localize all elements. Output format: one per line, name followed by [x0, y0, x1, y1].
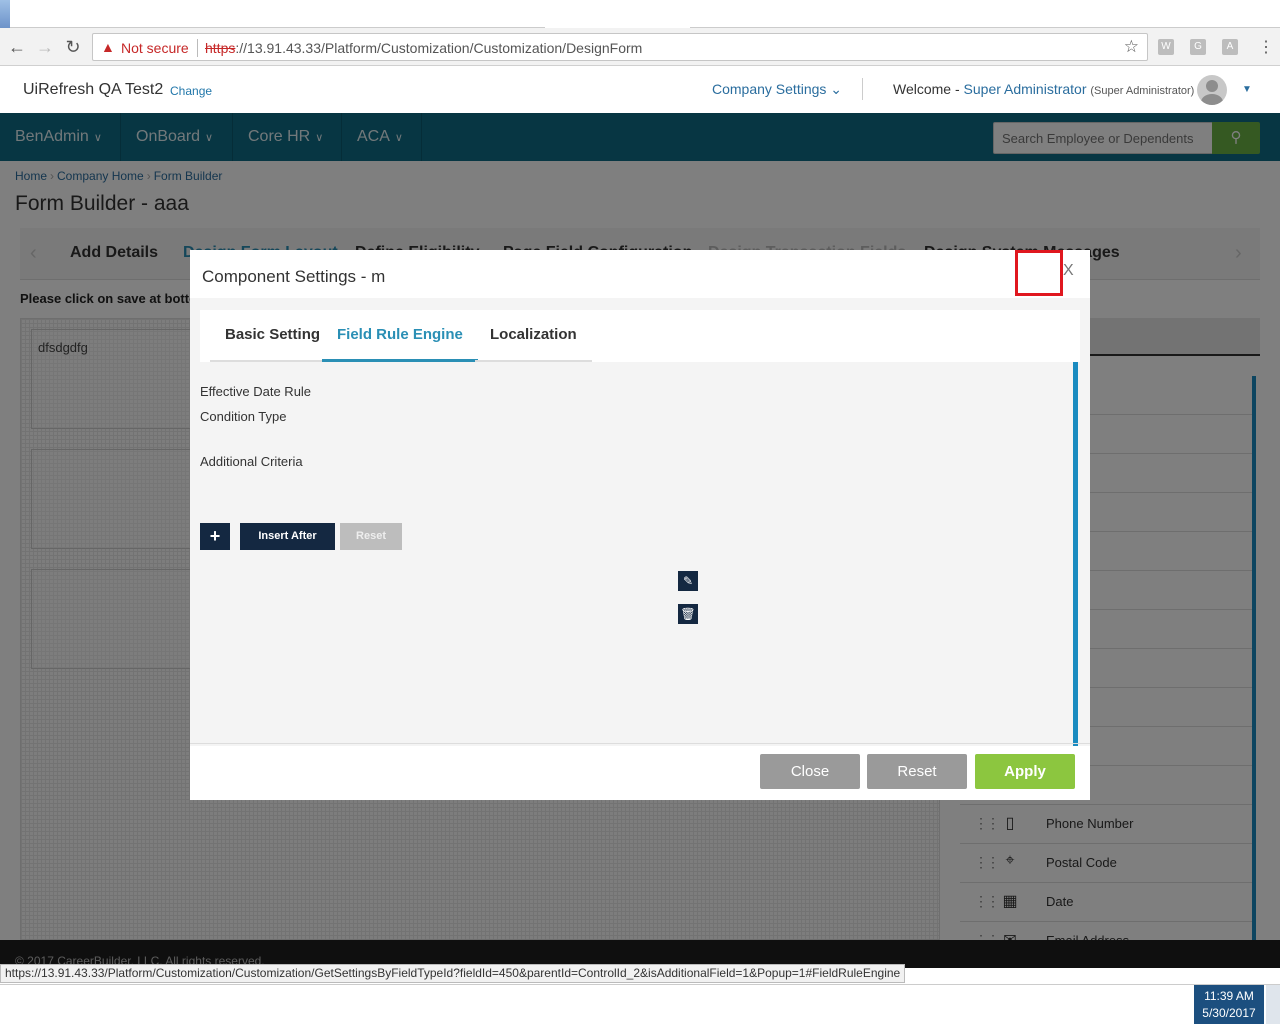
company-settings-label: Company Settings	[712, 81, 827, 97]
taskbar-clock[interactable]: 11:39 AM 5/30/2017	[1194, 985, 1264, 1024]
url-scheme: https	[205, 40, 236, 56]
reload-icon[interactable]: ↻	[62, 36, 84, 58]
tab-localization[interactable]: Localization	[475, 310, 592, 362]
forward-icon[interactable]: →	[34, 36, 56, 58]
modal-footer-divider	[190, 743, 1090, 744]
os-taskbar	[0, 984, 1280, 1024]
highlight-box	[1015, 250, 1063, 296]
url-text[interactable]: https://13.91.43.33/Platform/Customizati…	[205, 40, 642, 56]
add-rule-button[interactable]: +	[200, 523, 230, 550]
header-divider	[862, 78, 863, 100]
welcome-label: Welcome -	[893, 81, 960, 97]
clock-date: 5/30/2017	[1202, 1006, 1256, 1020]
show-desktop-button[interactable]	[1266, 985, 1280, 1024]
omnibox-divider	[197, 39, 198, 57]
browser-menu-icon[interactable]: ⋮	[1258, 37, 1274, 57]
address-bar[interactable]: ▲ Not secure https://13.91.43.33/Platfor…	[92, 33, 1148, 61]
edit-pencil-icon[interactable]: ✎	[678, 571, 698, 591]
company-settings-menu[interactable]: Company Settings ⌄	[712, 81, 842, 98]
settings-tabs: Basic Setting Field Rule Engine Localiza…	[200, 310, 1080, 362]
back-icon[interactable]: ←	[6, 36, 28, 58]
effective-date-rule-label: Effective Date Rule	[200, 384, 312, 399]
reset-button[interactable]: Reset	[867, 754, 967, 789]
modal-scrollbar[interactable]	[1073, 362, 1078, 746]
extension-g-icon[interactable]: G	[1190, 39, 1206, 55]
extension-pdf-icon[interactable]: A	[1222, 39, 1238, 55]
bookmark-star-icon[interactable]: ☆	[1124, 37, 1139, 57]
user-menu-caret-icon[interactable]: ▼	[1242, 84, 1252, 95]
status-bar-url: https://13.91.43.33/Platform/Customizati…	[0, 964, 906, 983]
browser-titlebar	[0, 0, 1280, 29]
insert-after-button[interactable]: Insert After	[240, 523, 335, 550]
browser-toolbar: ← → ↻ ▲ Not secure https://13.91.43.33/P…	[0, 28, 1280, 66]
component-settings-modal: Component Settings - m X Basic Setting F…	[190, 250, 1090, 800]
modal-body	[190, 298, 1090, 746]
modal-close-icon[interactable]: X	[1063, 262, 1074, 280]
apply-button[interactable]: Apply	[975, 754, 1075, 789]
reset-rule-button[interactable]: Reset	[340, 523, 402, 550]
modal-title: Component Settings - m	[202, 267, 386, 286]
change-company-link[interactable]: Change	[170, 84, 212, 98]
condition-type-label: Condition Type	[200, 409, 287, 424]
additional-criteria-label: Additional Criteria	[200, 454, 303, 469]
user-role: (Super Administrator)	[1090, 85, 1195, 97]
welcome-text: Welcome - Super Administrator (Super Adm…	[893, 81, 1194, 97]
delete-trash-icon[interactable]: 🗑	[678, 604, 698, 624]
chevron-down-icon: ⌄	[830, 81, 843, 97]
company-name: UiRefresh QA Test2	[23, 81, 164, 98]
tab-field-rule-engine[interactable]: Field Rule Engine	[322, 310, 478, 362]
url-path: ://13.91.43.33/Platform/Customization/Cu…	[235, 40, 643, 56]
avatar[interactable]	[1197, 75, 1227, 105]
tab-basic-setting[interactable]: Basic Setting	[210, 310, 336, 362]
close-button[interactable]: Close	[760, 754, 860, 789]
window-edge	[0, 0, 10, 28]
extension-ws-icon[interactable]: W	[1158, 39, 1174, 55]
warning-icon: ▲	[101, 39, 115, 55]
user-name[interactable]: Super Administrator	[964, 81, 1087, 97]
app-header: UiRefresh QA Test2 Change Company Settin…	[0, 66, 1280, 113]
clock-time: 11:39 AM	[1204, 989, 1254, 1003]
not-secure-label: Not secure	[121, 40, 189, 56]
